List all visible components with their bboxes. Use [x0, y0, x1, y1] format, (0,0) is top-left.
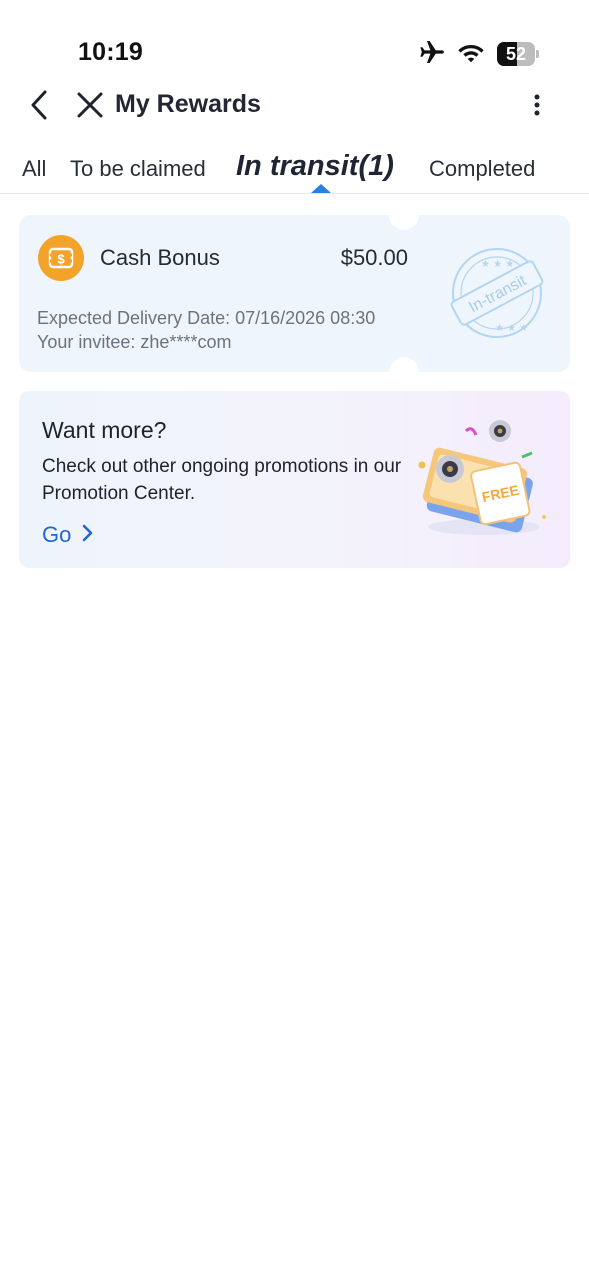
invitee-label: Your invitee: zhe****com — [37, 332, 232, 352]
promo-title: Want more? — [42, 417, 167, 443]
promotion-illustration: FREE — [412, 415, 552, 543]
more-button[interactable] — [525, 90, 549, 124]
header: My Rewards — [0, 80, 589, 134]
more-vertical-icon — [534, 94, 540, 121]
airplane-icon — [419, 40, 445, 69]
promo-go-label: Go — [42, 522, 72, 547]
battery-icon: 52 — [497, 42, 539, 66]
close-button[interactable] — [72, 88, 108, 126]
promo-description: Check out other ongoing promotions in ou… — [42, 456, 402, 504]
status-icons: 52 — [419, 40, 539, 68]
reward-name: Cash Bonus — [100, 245, 220, 270]
tab-to-be-claimed[interactable]: To be claimed — [70, 156, 206, 182]
close-icon — [76, 91, 104, 124]
promo-go-link[interactable]: Go — [42, 522, 93, 548]
page-title: My Rewards — [115, 90, 261, 118]
chevron-left-icon — [29, 90, 49, 125]
svg-text:$: $ — [57, 252, 65, 267]
status-bar: 10:19 52 — [0, 0, 589, 80]
wifi-icon — [457, 41, 485, 68]
in-transit-stamp: In-transit ★ ★ ★ ★ ★ ★ — [445, 245, 549, 341]
reward-amount: $50.00 — [340, 245, 408, 270]
card-notch-bottom — [389, 357, 419, 387]
battery-level: 52 — [505, 44, 527, 64]
battery-tip — [536, 50, 539, 58]
svg-text:★ ★ ★: ★ ★ ★ — [495, 323, 528, 334]
promo-card: Want more? Check out other ongoing promo… — [19, 391, 570, 568]
card-notch-top — [389, 200, 419, 230]
reward-card[interactable]: $ Cash Bonus $50.00 Expected Delivery Da… — [19, 200, 570, 387]
tab-bar: All To be claimed In transit(1) Complete… — [0, 144, 589, 194]
tab-completed[interactable]: Completed — [429, 156, 535, 182]
expected-delivery-date: Expected Delivery Date: 07/16/2026 08:30 — [37, 308, 376, 328]
battery-body: 52 — [497, 42, 535, 66]
svg-text:★ ★ ★: ★ ★ ★ — [481, 259, 514, 270]
tab-all[interactable]: All — [22, 156, 46, 182]
chevron-right-icon — [81, 524, 93, 547]
tab-in-transit[interactable]: In transit(1) — [236, 150, 394, 183]
cash-bonus-icon: $ — [38, 235, 84, 281]
active-tab-indicator — [311, 184, 331, 193]
status-time: 10:19 — [78, 38, 143, 66]
back-button[interactable] — [22, 88, 56, 126]
